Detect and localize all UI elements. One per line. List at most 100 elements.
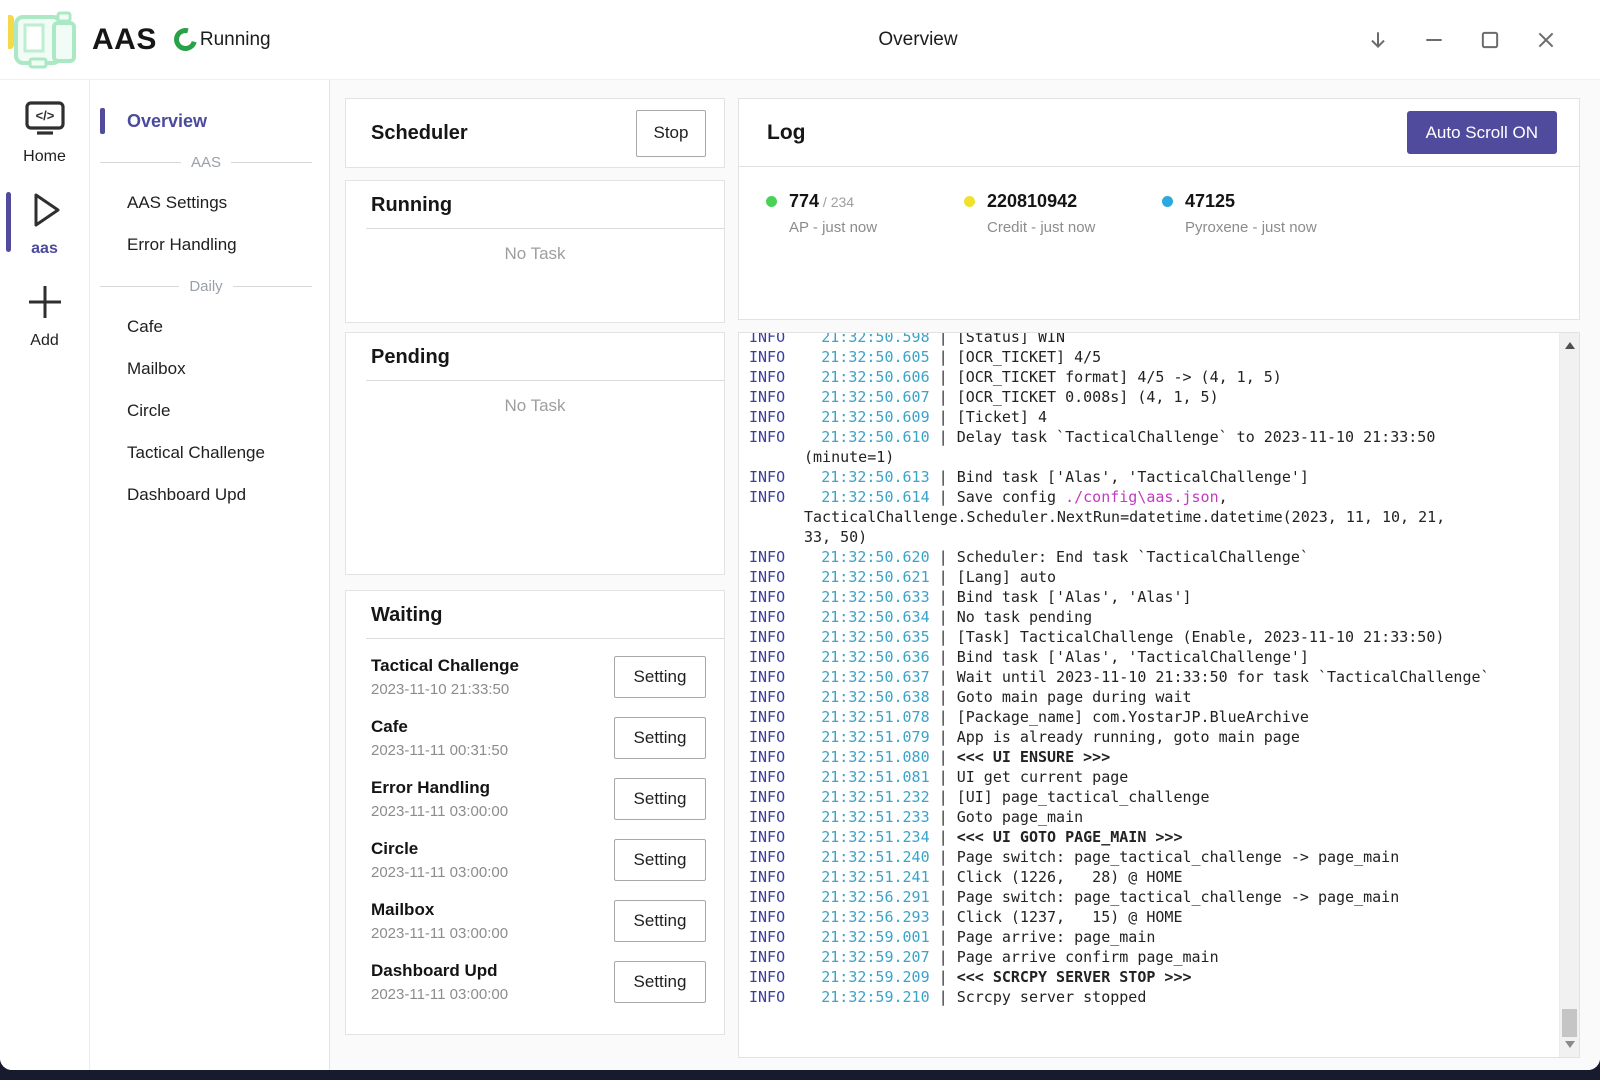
stat-color-dot-icon bbox=[766, 196, 777, 207]
waiting-task-next-run: 2023-11-11 03:00:00 bbox=[371, 925, 614, 942]
maximize-button[interactable] bbox=[1462, 0, 1518, 79]
running-spinner-icon bbox=[170, 24, 201, 55]
sidebar-item-cafe[interactable]: Cafe bbox=[90, 306, 329, 348]
rail-item-label: aas bbox=[31, 240, 58, 258]
log-line: INFO 21:32:56.291 | Page switch: page_ta… bbox=[749, 887, 1553, 907]
scrollbar-down-arrow-icon[interactable] bbox=[1565, 1041, 1575, 1048]
log-line: INFO 21:32:51.234 | <<< UI GOTO PAGE_MAI… bbox=[749, 827, 1553, 847]
log-line: INFO 21:32:50.610 | Delay task `Tactical… bbox=[749, 427, 1553, 467]
log-line: INFO 21:32:50.635 | [Task] TacticalChall… bbox=[749, 627, 1553, 647]
rail-item-add[interactable]: Add bbox=[0, 282, 89, 350]
log-card: Log Auto Scroll ON 774 / 234 AP - just n… bbox=[738, 98, 1580, 320]
waiting-title: Waiting bbox=[371, 604, 442, 626]
log-line: INFO 21:32:51.078 | [Package_name] com.Y… bbox=[749, 707, 1553, 727]
log-line: INFO 21:32:50.637 | Wait until 2023-11-1… bbox=[749, 667, 1553, 687]
rail-item-aas[interactable]: aas bbox=[0, 190, 89, 258]
sidebar-item-overview[interactable]: Overview bbox=[90, 100, 329, 142]
scheduler-stop-button[interactable]: Stop bbox=[636, 110, 706, 157]
waiting-task-next-run: 2023-11-11 03:00:00 bbox=[371, 864, 614, 881]
update-download-button[interactable] bbox=[1350, 0, 1406, 79]
rail-item-home[interactable]: </> Home bbox=[0, 100, 89, 166]
sidebar-item-label: AAS Settings bbox=[127, 193, 227, 212]
download-arrow-icon bbox=[1367, 29, 1389, 51]
running-empty-state: No Task bbox=[346, 229, 724, 264]
log-line: INFO 21:32:50.605 | [OCR_TICKET] 4/5 bbox=[749, 347, 1553, 367]
task-setting-button[interactable]: Setting bbox=[614, 717, 706, 759]
app-window: AAS Running Overview </> Home bbox=[0, 0, 1600, 1070]
log-line: INFO 21:32:50.634 | No task pending bbox=[749, 607, 1553, 627]
log-line: INFO 21:32:51.232 | [UI] page_tactical_c… bbox=[749, 787, 1553, 807]
main-content: Scheduler Stop Running No Task Pending N… bbox=[330, 80, 1600, 1070]
sidebar-item-mailbox[interactable]: Mailbox bbox=[90, 348, 329, 390]
log-line: INFO 21:32:50.609 | [Ticket] 4 bbox=[749, 407, 1553, 427]
task-setting-button[interactable]: Setting bbox=[614, 656, 706, 698]
scrollbar-thumb[interactable] bbox=[1562, 1009, 1577, 1037]
close-button[interactable] bbox=[1518, 0, 1574, 79]
waiting-task-next-run: 2023-11-10 21:33:50 bbox=[371, 681, 614, 698]
stat-color-dot-icon bbox=[964, 196, 975, 207]
log-line: INFO 21:32:50.636 | Bind task ['Alas', '… bbox=[749, 647, 1553, 667]
task-setting-button[interactable]: Setting bbox=[614, 961, 706, 1003]
log-text-area[interactable]: INFO 21:32:50.598 | [Status] WININFO 21:… bbox=[739, 333, 1559, 1057]
waiting-task-name: Tactical Challenge bbox=[371, 656, 614, 676]
waiting-task-name: Circle bbox=[371, 839, 614, 859]
waiting-task-name: Dashboard Upd bbox=[371, 961, 614, 981]
minimize-button[interactable] bbox=[1406, 0, 1462, 79]
log-line: INFO 21:32:51.079 | App is already runni… bbox=[749, 727, 1553, 747]
stat-value: 47125 bbox=[1185, 191, 1235, 211]
sidebar-item-label: Circle bbox=[127, 401, 170, 420]
sidebar-item-aas-settings[interactable]: AAS Settings bbox=[90, 182, 329, 224]
scrollbar-up-arrow-icon[interactable] bbox=[1565, 342, 1575, 349]
scheduler-card: Scheduler Stop bbox=[345, 98, 725, 168]
log-line: INFO 21:32:50.621 | [Lang] auto bbox=[749, 567, 1553, 587]
task-setting-button[interactable]: Setting bbox=[614, 778, 706, 820]
sidebar-item-circle[interactable]: Circle bbox=[90, 390, 329, 432]
sidebar: Overview AAS AAS Settings Error Handling… bbox=[90, 80, 330, 1070]
log-line: INFO 21:32:50.598 | [Status] WIN bbox=[749, 333, 1553, 347]
waiting-task-next-run: 2023-11-11 00:31:50 bbox=[371, 742, 614, 759]
auto-scroll-toggle[interactable]: Auto Scroll ON bbox=[1407, 111, 1557, 154]
log-line: INFO 21:32:51.241 | Click (1226, 28) @ H… bbox=[749, 867, 1553, 887]
sidebar-item-dashboard-upd[interactable]: Dashboard Upd bbox=[90, 474, 329, 516]
waiting-task-tactical-challenge: Tactical Challenge 2023-11-10 21:33:50 S… bbox=[346, 646, 724, 707]
pending-card: Pending No Task bbox=[345, 332, 725, 575]
close-icon bbox=[1535, 29, 1557, 51]
rail: </> Home aas Add bbox=[0, 80, 90, 1070]
sidebar-item-label: Tactical Challenge bbox=[127, 443, 265, 462]
resource-stats-row: 774 / 234 AP - just now 220810942 Credit… bbox=[739, 167, 1579, 236]
waiting-task-circle: Circle 2023-11-11 03:00:00 Setting bbox=[346, 829, 724, 890]
log-lines: INFO 21:32:50.598 | [Status] WININFO 21:… bbox=[749, 333, 1553, 1007]
waiting-task-next-run: 2023-11-11 03:00:00 bbox=[371, 803, 614, 820]
log-line: INFO 21:32:51.081 | UI get current page bbox=[749, 767, 1553, 787]
sidebar-section-divider: Daily bbox=[100, 272, 312, 300]
sidebar-item-tactical-challenge[interactable]: Tactical Challenge bbox=[90, 432, 329, 474]
task-setting-button[interactable]: Setting bbox=[614, 900, 706, 942]
log-line: INFO 21:32:59.210 | Scrcpy server stoppe… bbox=[749, 987, 1553, 1007]
log-line: INFO 21:32:59.207 | Page arrive confirm … bbox=[749, 947, 1553, 967]
log-line: INFO 21:32:56.293 | Click (1237, 15) @ H… bbox=[749, 907, 1553, 927]
log-line: INFO 21:32:51.240 | Page switch: page_ta… bbox=[749, 847, 1553, 867]
waiting-task-list: Tactical Challenge 2023-11-10 21:33:50 S… bbox=[346, 639, 724, 1012]
stat-suffix: / 234 bbox=[819, 194, 854, 210]
waiting-task-cafe: Cafe 2023-11-11 00:31:50 Setting bbox=[346, 707, 724, 768]
log-viewer: INFO 21:32:50.598 | [Status] WININFO 21:… bbox=[738, 332, 1580, 1058]
sidebar-item-label: Dashboard Upd bbox=[127, 485, 246, 504]
log-line: INFO 21:32:50.606 | [OCR_TICKET format] … bbox=[749, 367, 1553, 387]
log-scrollbar[interactable] bbox=[1559, 333, 1579, 1057]
log-line: INFO 21:32:51.233 | Goto page_main bbox=[749, 807, 1553, 827]
titlebar: AAS Running Overview bbox=[0, 0, 1600, 80]
stat-value: 220810942 bbox=[987, 191, 1077, 211]
log-line: INFO 21:32:50.613 | Bind task ['Alas', '… bbox=[749, 467, 1553, 487]
divider-line bbox=[231, 162, 312, 163]
task-setting-button[interactable]: Setting bbox=[614, 839, 706, 881]
sidebar-item-error-handling[interactable]: Error Handling bbox=[90, 224, 329, 266]
sidebar-item-label: Cafe bbox=[127, 317, 163, 336]
divider-line bbox=[233, 286, 312, 287]
waiting-task-dashboard-upd: Dashboard Upd 2023-11-11 03:00:00 Settin… bbox=[346, 951, 724, 1012]
stat-color-dot-icon bbox=[1162, 196, 1173, 207]
waiting-task-error-handling: Error Handling 2023-11-11 03:00:00 Setti… bbox=[346, 768, 724, 829]
resource-stat: 220810942 Credit - just now bbox=[964, 191, 1162, 236]
maximize-icon bbox=[1479, 29, 1501, 51]
svg-text:</>: </> bbox=[35, 108, 54, 123]
stat-label: AP - just now bbox=[789, 219, 877, 236]
